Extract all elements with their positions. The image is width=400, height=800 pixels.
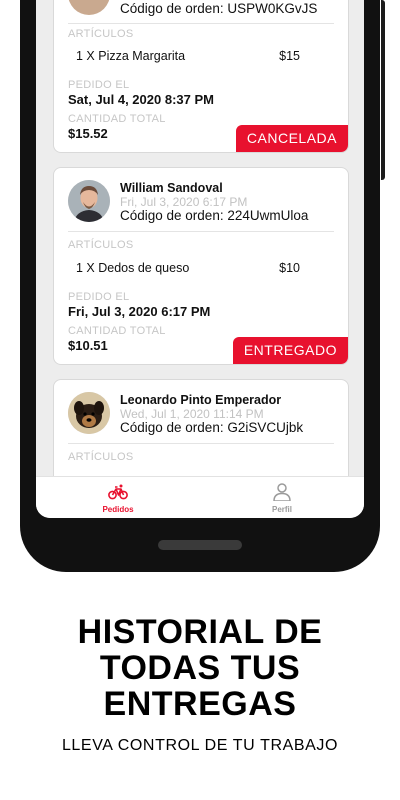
tab-pedidos[interactable]: Pedidos — [36, 477, 200, 518]
order-code: Código de orden: USPW0KGvJS — [120, 1, 318, 16]
divider — [68, 23, 334, 24]
bicycle-icon — [108, 484, 128, 500]
ordered-at-label: PEDIDO EL — [68, 79, 130, 91]
promo-subline: LLEVA CONTROL DE TU TRABAJO — [61, 737, 339, 754]
divider — [68, 443, 334, 444]
customer-avatar — [68, 392, 110, 434]
divider — [68, 231, 334, 232]
total-label: CANTIDAD TOTAL — [68, 113, 166, 125]
promo-headline: HISTORIAL DE TODAS TUS ENTREGAS — [0, 614, 400, 722]
order-card-header: Leonardo Pinto Emperador Wed, Jul 1, 202… — [54, 380, 348, 444]
order-item-price: $15 — [279, 49, 300, 63]
order-code: Código de orden: 224UwmUloa — [120, 208, 309, 223]
headline-line: HISTORIAL DE — [77, 613, 323, 651]
customer-avatar — [68, 0, 110, 15]
ordered-at-label: PEDIDO EL — [68, 291, 130, 303]
items-label: ARTÍCULOS — [68, 451, 134, 463]
total-label: CANTIDAD TOTAL — [68, 325, 166, 337]
order-card-header: Código de orden: USPW0KGvJS — [54, 0, 348, 25]
customer-name: Leonardo Pinto Emperador — [120, 393, 282, 407]
total-value: $10.51 — [68, 338, 108, 353]
ordered-at-value: Fri, Jul 3, 2020 6:17 PM — [68, 304, 211, 319]
customer-avatar — [68, 180, 110, 222]
order-date: Wed, Jul 1, 2020 11:14 PM — [120, 407, 264, 421]
items-label: ARTÍCULOS — [68, 239, 134, 251]
tab-perfil[interactable]: Perfil — [200, 477, 364, 518]
headline-line: TODAS TUS — [99, 649, 301, 687]
ordered-at-value: Sat, Jul 4, 2020 8:37 PM — [68, 92, 214, 107]
dog-photo-icon — [68, 392, 110, 434]
tab-label: Pedidos — [102, 505, 134, 514]
bottom-tab-bar: Pedidos Perfil — [36, 476, 364, 518]
headline-line: ENTREGAS — [103, 685, 297, 723]
order-code: Código de orden: G2iSVCUjbk — [120, 420, 304, 435]
app-screen: Código de orden: USPW0KGvJS ARTÍCULOS 1 … — [36, 0, 364, 518]
order-card-header: William Sandoval Fri, Jul 3, 2020 6:17 P… — [54, 168, 348, 232]
total-value: $15.52 — [68, 126, 108, 141]
status-badge: CANCELADA — [235, 125, 348, 152]
user-icon — [273, 483, 291, 501]
customer-photo-icon — [68, 180, 110, 222]
order-card[interactable]: Código de orden: USPW0KGvJS ARTÍCULOS 1 … — [53, 0, 349, 153]
tab-label: Perfil — [271, 505, 292, 514]
order-item: 1 X Pizza Margarita — [76, 49, 186, 63]
order-item: 1 X Dedos de queso — [76, 261, 190, 275]
items-label: ARTÍCULOS — [68, 28, 134, 40]
customer-name: William Sandoval — [120, 181, 223, 195]
order-card[interactable]: William Sandoval Fri, Jul 3, 2020 6:17 P… — [53, 167, 349, 365]
home-indicator — [158, 540, 242, 550]
phone-side-button — [381, 0, 385, 180]
status-badge: ENTREGADO — [232, 337, 348, 364]
order-item-price: $10 — [279, 261, 300, 275]
order-date: Fri, Jul 3, 2020 6:17 PM — [120, 195, 248, 209]
